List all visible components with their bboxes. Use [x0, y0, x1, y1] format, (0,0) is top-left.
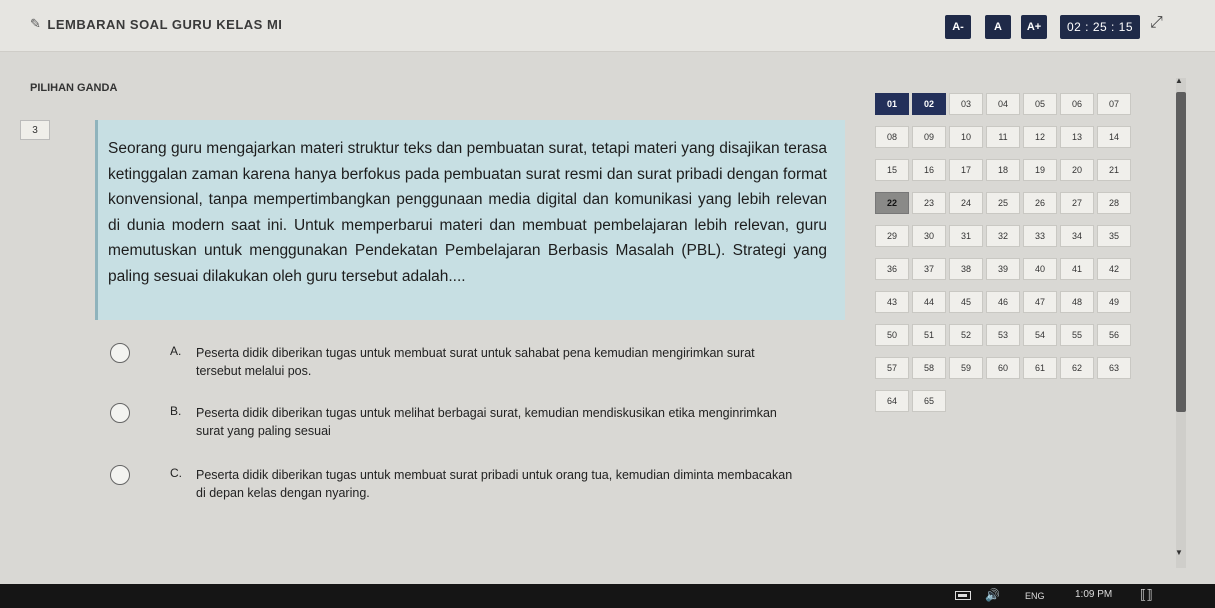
- question-nav-cell[interactable]: 19: [1023, 159, 1057, 181]
- question-nav-cell[interactable]: 34: [1060, 225, 1094, 247]
- question-nav-cell[interactable]: 64: [875, 390, 909, 412]
- question-nav-cell[interactable]: 18: [986, 159, 1020, 181]
- question-nav-cell[interactable]: 51: [912, 324, 946, 346]
- question-nav-cell[interactable]: 16: [912, 159, 946, 181]
- question-nav-cell[interactable]: 29: [875, 225, 909, 247]
- fullscreen-icon[interactable]: ⤢: [1150, 14, 1163, 32]
- question-nav-cell[interactable]: 26: [1023, 192, 1057, 214]
- question-nav-cell[interactable]: 01: [875, 93, 909, 115]
- question-text: Seorang guru mengajarkan materi struktur…: [108, 140, 827, 285]
- question-nav-cell[interactable]: 42: [1097, 258, 1131, 280]
- question-nav-cell[interactable]: 03: [949, 93, 983, 115]
- question-nav-cell[interactable]: 31: [949, 225, 983, 247]
- question-nav-cell[interactable]: 47: [1023, 291, 1057, 313]
- option-a-text: Peserta didik diberikan tugas untuk memb…: [196, 346, 755, 378]
- radio-c[interactable]: [110, 465, 130, 485]
- question-nav-cell[interactable]: 11: [986, 126, 1020, 148]
- question-nav-cell[interactable]: 06: [1060, 93, 1094, 115]
- option-b[interactable]: B. Peserta didik diberikan tugas untuk m…: [110, 403, 830, 440]
- question-nav-cell[interactable]: 65: [912, 390, 946, 412]
- question-nav-cell[interactable]: 46: [986, 291, 1020, 313]
- question-nav-cell[interactable]: 49: [1097, 291, 1131, 313]
- question-nav-cell[interactable]: 22: [875, 192, 909, 214]
- notification-icon[interactable]: ⟦⟧: [1140, 587, 1153, 603]
- question-nav-cell[interactable]: 23: [912, 192, 946, 214]
- question-nav-cell[interactable]: 50: [875, 324, 909, 346]
- question-nav-cell[interactable]: 24: [949, 192, 983, 214]
- question-nav-cell[interactable]: 38: [949, 258, 983, 280]
- volume-icon[interactable]: 🔊: [985, 588, 1000, 602]
- font-decrease-button[interactable]: A-: [945, 15, 971, 39]
- question-nav-cell[interactable]: 58: [912, 357, 946, 379]
- scroll-up-icon[interactable]: ▲: [1175, 76, 1183, 85]
- question-nav-cell[interactable]: 10: [949, 126, 983, 148]
- app-title: ✎ LEMBARAN SOAL GURU KELAS MI: [30, 16, 282, 32]
- question-number: 3: [20, 120, 50, 140]
- radio-b[interactable]: [110, 403, 130, 423]
- question-nav-cell[interactable]: 25: [986, 192, 1020, 214]
- question-nav-cell[interactable]: 55: [1060, 324, 1094, 346]
- question-nav-cell[interactable]: 20: [1060, 159, 1094, 181]
- taskbar: 🔊 ENG 1:09 PM ⟦⟧: [0, 584, 1215, 608]
- radio-a[interactable]: [110, 343, 130, 363]
- question-nav-cell[interactable]: 53: [986, 324, 1020, 346]
- question-nav-cell[interactable]: 04: [986, 93, 1020, 115]
- section-label: PILIHAN GANDA: [30, 82, 118, 94]
- header-bar: ✎ LEMBARAN SOAL GURU KELAS MI A- A A+ 02…: [0, 0, 1215, 52]
- font-normal-button[interactable]: A: [985, 15, 1011, 39]
- clock[interactable]: 1:09 PM: [1075, 589, 1112, 600]
- question-nav-cell[interactable]: 54: [1023, 324, 1057, 346]
- question-box: Seorang guru mengajarkan materi struktur…: [95, 120, 845, 320]
- question-nav-cell[interactable]: 33: [1023, 225, 1057, 247]
- question-nav-cell[interactable]: 39: [986, 258, 1020, 280]
- question-nav-cell[interactable]: 56: [1097, 324, 1131, 346]
- question-nav-cell[interactable]: 48: [1060, 291, 1094, 313]
- question-nav-cell[interactable]: 12: [1023, 126, 1057, 148]
- option-a[interactable]: A. Peserta didik diberikan tugas untuk m…: [110, 343, 830, 380]
- question-nav-cell[interactable]: 37: [912, 258, 946, 280]
- language-indicator[interactable]: ENG: [1025, 591, 1045, 601]
- edit-icon: ✎: [30, 16, 42, 31]
- question-nav-cell[interactable]: 35: [1097, 225, 1131, 247]
- question-nav-cell[interactable]: 60: [986, 357, 1020, 379]
- question-nav-cell[interactable]: 02: [912, 93, 946, 115]
- app-title-text: LEMBARAN SOAL GURU KELAS MI: [47, 16, 283, 32]
- countdown-timer: 02 : 25 : 15: [1060, 15, 1140, 39]
- question-nav-cell[interactable]: 43: [875, 291, 909, 313]
- question-nav-cell[interactable]: 09: [912, 126, 946, 148]
- question-nav-cell[interactable]: 52: [949, 324, 983, 346]
- font-increase-button[interactable]: A+: [1021, 15, 1047, 39]
- question-nav-cell[interactable]: 14: [1097, 126, 1131, 148]
- question-nav-cell[interactable]: 57: [875, 357, 909, 379]
- question-nav-cell[interactable]: 45: [949, 291, 983, 313]
- battery-icon[interactable]: [955, 591, 971, 600]
- question-nav-cell[interactable]: 30: [912, 225, 946, 247]
- question-nav-cell[interactable]: 07: [1097, 93, 1131, 115]
- scrollbar-thumb[interactable]: [1176, 92, 1186, 412]
- question-nav-cell[interactable]: 62: [1060, 357, 1094, 379]
- scroll-down-icon[interactable]: ▼: [1175, 548, 1183, 557]
- question-nav-cell[interactable]: 41: [1060, 258, 1094, 280]
- option-b-text: Peserta didik diberikan tugas untuk meli…: [196, 406, 777, 438]
- question-nav-cell[interactable]: 44: [912, 291, 946, 313]
- question-nav-cell[interactable]: 21: [1097, 159, 1131, 181]
- question-nav-cell[interactable]: 32: [986, 225, 1020, 247]
- question-nav-cell[interactable]: 28: [1097, 192, 1131, 214]
- question-nav-cell[interactable]: 36: [875, 258, 909, 280]
- question-nav-cell[interactable]: 17: [949, 159, 983, 181]
- question-nav-cell[interactable]: 61: [1023, 357, 1057, 379]
- question-navigator: 01 02 03 04 05 06 07 08 09 10 11 12 13 14 15 16 17 18 19 20…: [875, 93, 1131, 412]
- question-nav-cell[interactable]: 08: [875, 126, 909, 148]
- question-nav-cell[interactable]: 40: [1023, 258, 1057, 280]
- question-nav-cell[interactable]: 63: [1097, 357, 1131, 379]
- option-c[interactable]: C. Peserta didik diberikan tugas untuk m…: [110, 465, 830, 502]
- question-nav-cell[interactable]: 59: [949, 357, 983, 379]
- question-nav-cell[interactable]: 15: [875, 159, 909, 181]
- question-nav-cell[interactable]: 05: [1023, 93, 1057, 115]
- question-nav-cell[interactable]: 27: [1060, 192, 1094, 214]
- option-c-text: Peserta didik diberikan tugas untuk memb…: [196, 468, 793, 500]
- question-nav-cell[interactable]: 13: [1060, 126, 1094, 148]
